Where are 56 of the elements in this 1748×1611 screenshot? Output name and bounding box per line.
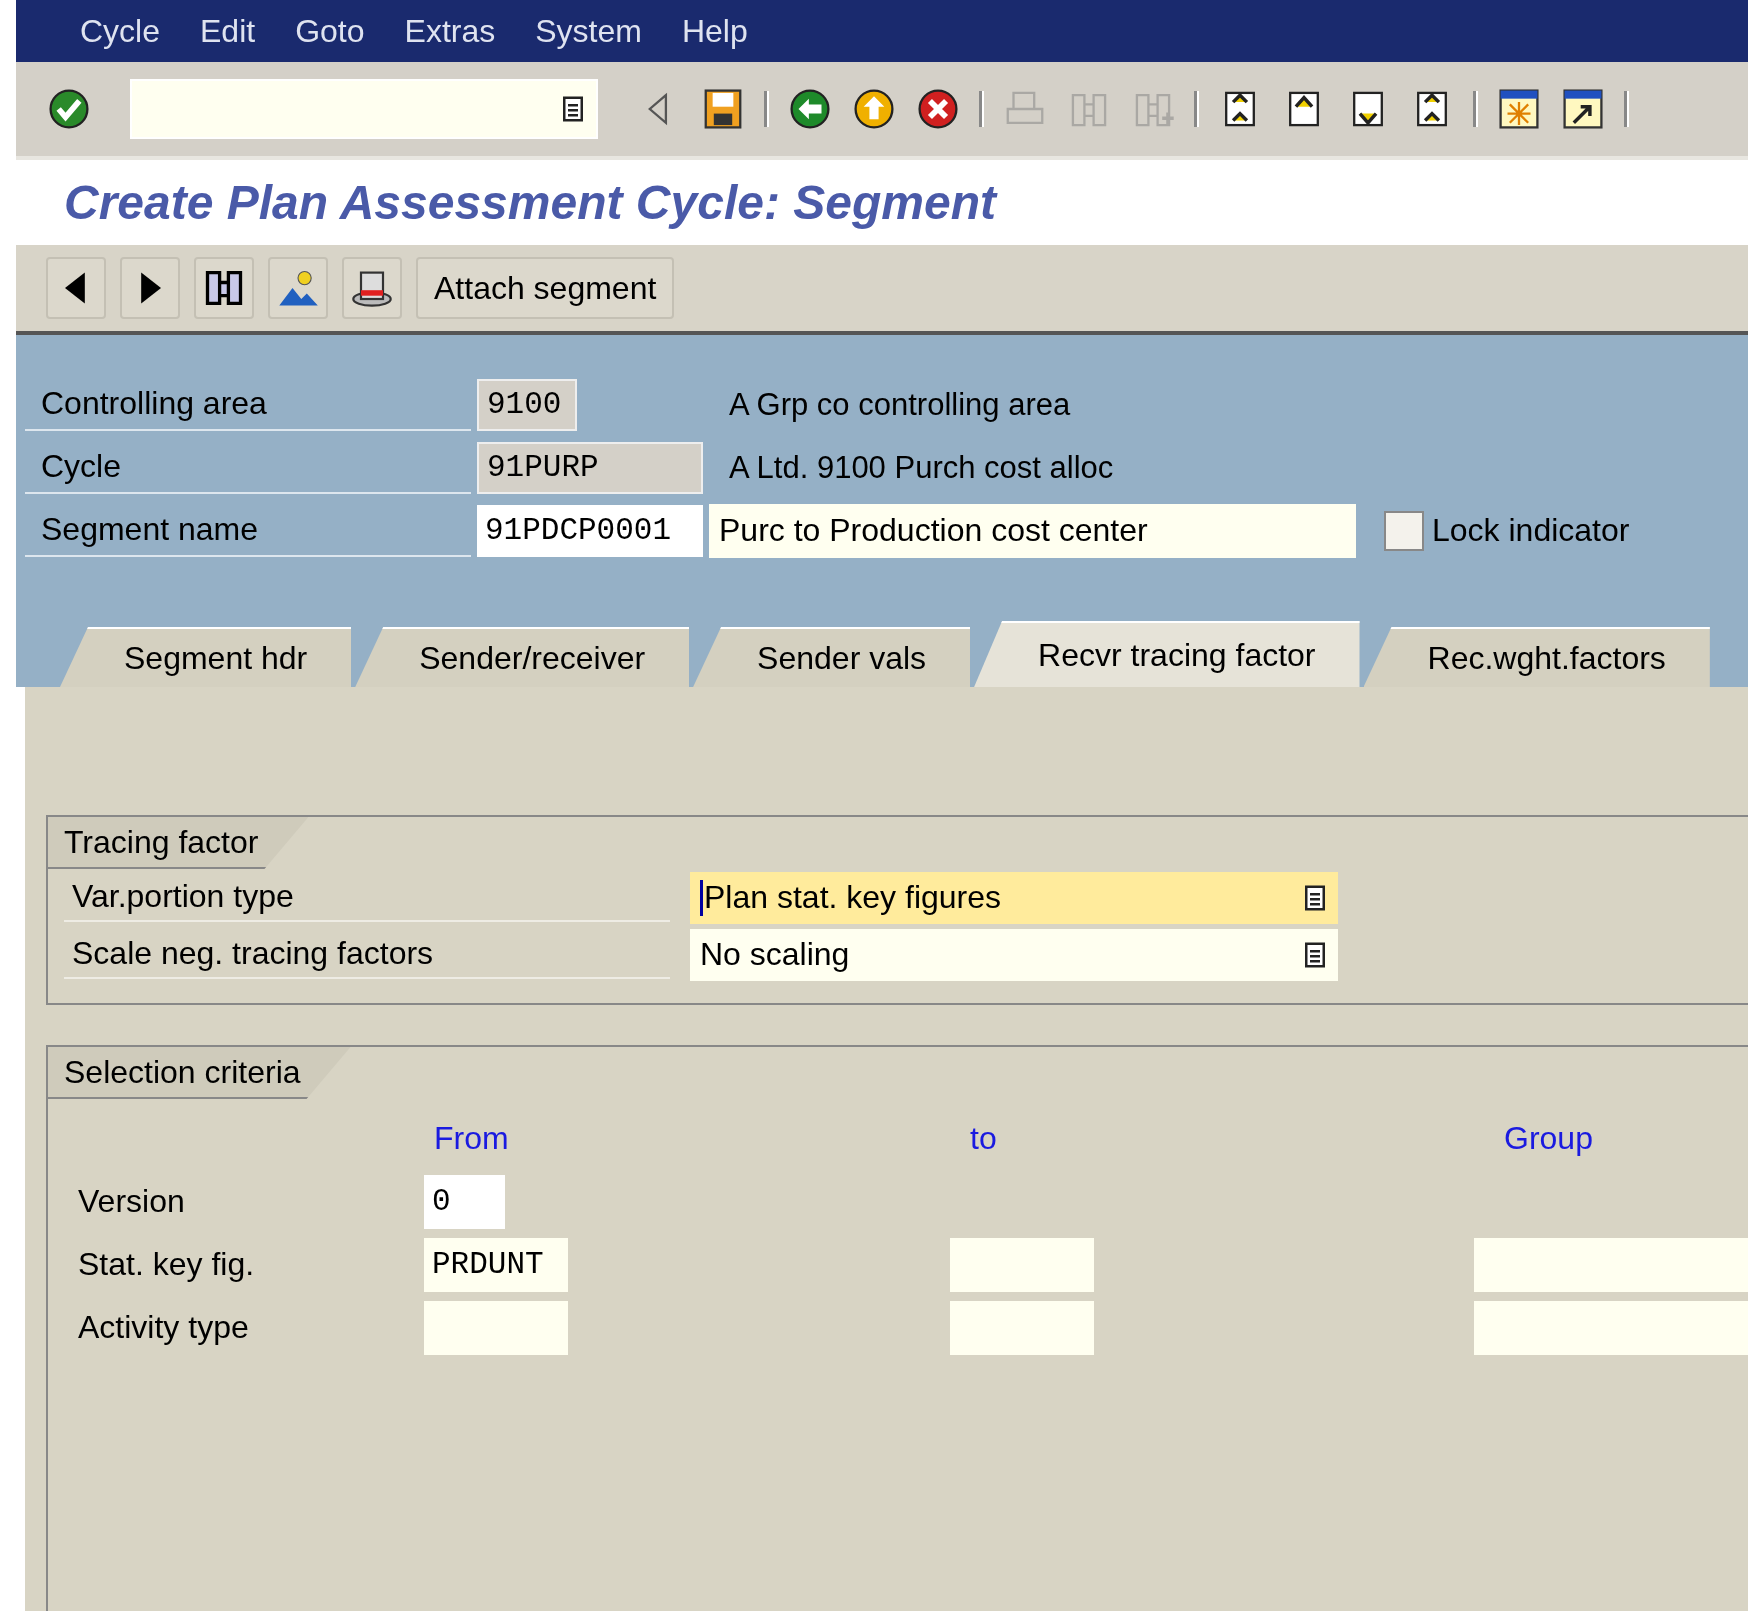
- command-field[interactable]: [130, 79, 598, 139]
- tab[interactable]: Sender vals: [693, 627, 971, 687]
- field-label: Controlling area: [25, 378, 471, 431]
- enter-icon[interactable]: [46, 86, 92, 132]
- dropdown-icon[interactable]: [560, 94, 586, 124]
- input-field[interactable]: [950, 1237, 1094, 1292]
- input-field[interactable]: [1474, 1300, 1748, 1355]
- tab[interactable]: Segment hdr: [60, 627, 352, 687]
- description-field[interactable]: Purc to Production cost center: [709, 503, 1356, 558]
- attach-segment-button[interactable]: Attach segment: [416, 257, 675, 319]
- exit-icon[interactable]: [851, 86, 897, 132]
- input-field[interactable]: [950, 1300, 1094, 1355]
- menu-item[interactable]: System: [535, 12, 642, 50]
- tab[interactable]: Sender/receiver: [355, 627, 690, 687]
- dropdown-field[interactable]: No scaling: [690, 928, 1338, 981]
- tab[interactable]: Rec.wght.factors: [1363, 627, 1710, 687]
- group-title: Tracing factor: [48, 817, 309, 869]
- column-heading: From: [433, 1120, 510, 1157]
- checkbox[interactable]: [1384, 510, 1424, 551]
- previous-button[interactable]: [46, 257, 106, 319]
- tab[interactable]: Recvr tracing factor: [974, 621, 1360, 687]
- input-field[interactable]: PRDUNT: [424, 1237, 568, 1292]
- menu-item[interactable]: Goto: [295, 12, 365, 50]
- back-icon[interactable]: [787, 86, 833, 132]
- cancel-icon[interactable]: [915, 86, 961, 132]
- input-field[interactable]: [1474, 1237, 1748, 1292]
- input-field: 91PURP: [477, 441, 703, 494]
- field-label: Version: [78, 1183, 186, 1220]
- new-session-icon[interactable]: [1496, 86, 1542, 132]
- shortcut-icon[interactable]: [1560, 86, 1606, 132]
- next-button[interactable]: [120, 257, 180, 319]
- menu-item[interactable]: Extras: [404, 12, 496, 50]
- field-label: Scale neg. tracing factors: [64, 930, 670, 979]
- group-title: Selection criteria: [48, 1047, 351, 1099]
- menu-item[interactable]: Help: [681, 12, 748, 50]
- description-text: A Ltd. 9100 Purch cost alloc: [729, 449, 1114, 486]
- column-heading: to: [969, 1120, 998, 1157]
- column-heading: Group: [1503, 1120, 1594, 1157]
- field-label: Cycle: [25, 441, 471, 494]
- field-label: Var.portion type: [64, 873, 670, 922]
- input-field[interactable]: [424, 1300, 568, 1355]
- checkbox-label: Lock indicator: [1432, 512, 1630, 549]
- landscape-button[interactable]: [268, 257, 328, 319]
- field-label: Activity type: [78, 1309, 250, 1346]
- field-label: Stat. key fig.: [78, 1246, 256, 1283]
- description-text: A Grp co controlling area: [729, 386, 1071, 423]
- field-label: Segment name: [25, 504, 471, 557]
- hat-button[interactable]: [342, 257, 402, 319]
- menu-item[interactable]: Edit: [200, 12, 256, 50]
- input-field: 9100: [477, 378, 577, 431]
- input-field[interactable]: 91PDCP0001: [477, 504, 703, 557]
- screen-title: Create Plan Assessment Cycle: Segment: [64, 175, 996, 230]
- menu-item[interactable]: Cycle: [80, 12, 160, 50]
- input-field[interactable]: 0: [424, 1174, 505, 1229]
- dropdown-field[interactable]: Plan stat. key figures: [690, 871, 1338, 924]
- find-button[interactable]: [194, 257, 254, 319]
